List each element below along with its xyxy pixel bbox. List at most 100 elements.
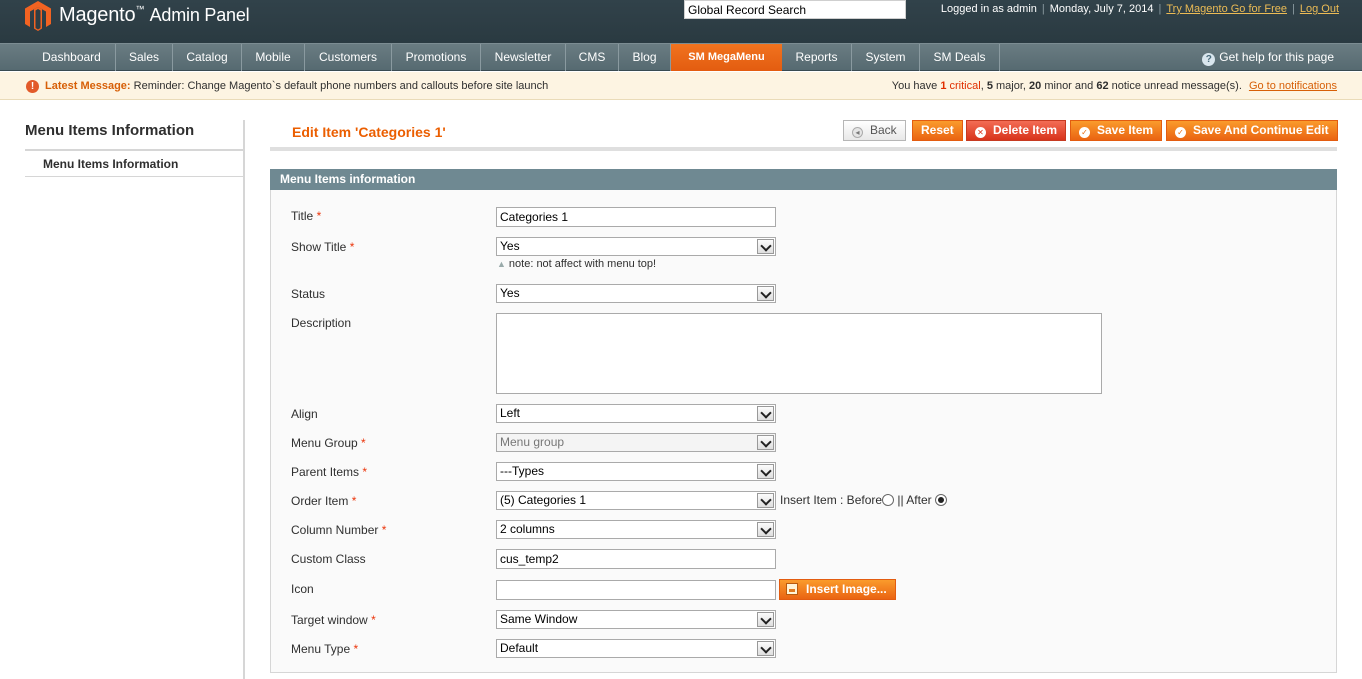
nav-reports[interactable]: Reports: [782, 44, 852, 71]
title-divider: [270, 147, 1337, 151]
notice-count: 62: [1096, 80, 1109, 92]
save-continue-check-icon: ✓: [1175, 127, 1186, 138]
column-number-label-text: Column Number: [291, 523, 379, 537]
icon-input[interactable]: [496, 580, 776, 600]
title-label: Title *: [291, 209, 321, 223]
logout-link[interactable]: Log Out: [1300, 3, 1339, 15]
nav-cms[interactable]: CMS: [566, 44, 619, 71]
menu-type-label-text: Menu Type: [291, 642, 351, 656]
parent-items-label-text: Parent Items: [291, 465, 360, 479]
status-select[interactable]: Yes: [496, 284, 776, 303]
target-window-select[interactable]: Same Window: [496, 610, 776, 629]
chevron-down-icon: [757, 435, 774, 450]
go-to-notifications-link[interactable]: Go to notifications: [1249, 80, 1337, 92]
column-number-select[interactable]: 2 columns: [496, 520, 776, 539]
try-magento-link[interactable]: Try Magento Go for Free: [1166, 3, 1287, 15]
menu-type-value: Default: [500, 641, 539, 655]
nav-sales[interactable]: Sales: [116, 44, 173, 71]
logo-text: Magento™ Admin Panel: [59, 4, 250, 27]
reset-button-label: Reset: [921, 123, 954, 137]
help-icon: ?: [1202, 53, 1216, 66]
target-window-label-text: Target window: [291, 613, 368, 627]
custom-class-input[interactable]: [496, 549, 776, 569]
sidebar-divider: [243, 120, 245, 679]
order-item-label-text: Order Item: [291, 494, 349, 508]
menu-group-value: Menu group: [500, 435, 565, 449]
chevron-down-icon: [757, 406, 774, 421]
page-title: Edit Item 'Categories 1': [292, 124, 446, 140]
save-item-button[interactable]: ✓ Save Item: [1070, 120, 1163, 141]
column-number-label: Column Number *: [291, 523, 386, 537]
delete-button-label: Delete Item: [993, 123, 1058, 137]
target-window-label: Target window *: [291, 613, 376, 627]
nav-sm-megamenu[interactable]: SM MegaMenu: [671, 44, 782, 71]
chevron-down-icon: [757, 464, 774, 479]
title-input[interactable]: [496, 207, 776, 227]
description-label: Description: [291, 316, 352, 330]
insert-position: Insert Item : Before || After: [780, 493, 947, 507]
insert-image-button[interactable]: Insert Image...: [779, 579, 896, 600]
save-continue-button-label: Save And Continue Edit: [1193, 123, 1329, 137]
save-and-continue-button[interactable]: ✓ Save And Continue Edit: [1166, 120, 1338, 141]
parent-items-select[interactable]: ---Types: [496, 462, 776, 481]
menu-group-label-text: Menu Group: [291, 436, 358, 450]
logo-subtitle: Admin Panel: [149, 5, 250, 25]
nav-blog[interactable]: Blog: [619, 44, 671, 71]
note-triangle-icon: ▲: [497, 259, 506, 269]
order-item-label: Order Item *: [291, 494, 356, 508]
status-value: Yes: [500, 286, 520, 300]
nav-promotions[interactable]: Promotions: [392, 44, 481, 71]
minor-count: 20: [1029, 80, 1042, 92]
sidebar-tab-menu-items-information[interactable]: Menu Items Information: [25, 151, 245, 177]
insert-after-label: || After: [897, 493, 932, 507]
logo-trademark: ™: [135, 4, 145, 14]
nav-dashboard[interactable]: Dashboard: [28, 44, 116, 71]
nav-newsletter[interactable]: Newsletter: [481, 44, 566, 71]
show-title-select[interactable]: Yes: [496, 237, 776, 256]
required-mark: *: [361, 436, 366, 450]
notif-prefix: You have: [891, 80, 938, 92]
title-label-text: Title: [291, 209, 314, 223]
insert-before-radio[interactable]: [882, 494, 895, 506]
required-mark: *: [381, 523, 387, 537]
delete-icon: ✕: [975, 127, 986, 138]
nav-sm-deals[interactable]: SM Deals: [920, 44, 1000, 71]
menu-type-select[interactable]: Default: [496, 639, 776, 658]
message-bar: ! Latest Message: Reminder: Change Magen…: [0, 72, 1362, 100]
nav-mobile[interactable]: Mobile: [242, 44, 305, 71]
latest-message-text: Reminder: Change Magento`s default phone…: [133, 80, 549, 92]
section-header: Menu Items information: [270, 169, 1337, 190]
header: Magento™ Admin Panel Logged in as admin|…: [0, 0, 1362, 43]
icon-label: Icon: [291, 582, 314, 596]
nav-catalog[interactable]: Catalog: [173, 44, 242, 71]
insert-item-label: Insert Item : Before: [780, 493, 883, 507]
nav-system[interactable]: System: [852, 44, 920, 71]
required-mark: *: [371, 613, 376, 627]
minor-label: minor and: [1044, 80, 1094, 92]
magento-logo-icon: [25, 1, 51, 31]
menu-type-label: Menu Type *: [291, 642, 358, 656]
help-link[interactable]: ? Get help for this page: [1202, 44, 1334, 70]
image-icon: [786, 583, 798, 595]
order-item-select[interactable]: (5) Categories 1: [496, 491, 776, 510]
delete-item-button[interactable]: ✕ Delete Item: [966, 120, 1067, 141]
save-button-label: Save Item: [1097, 123, 1154, 137]
chevron-down-icon: [757, 641, 774, 656]
save-check-icon: ✓: [1079, 127, 1090, 138]
required-mark: *: [353, 642, 359, 656]
insert-image-label: Insert Image...: [806, 582, 887, 596]
critical-count: 1: [940, 80, 947, 92]
insert-after-radio[interactable]: [934, 494, 947, 506]
latest-message: Latest Message: Reminder: Change Magento…: [45, 72, 548, 100]
show-title-label: Show Title *: [291, 240, 354, 254]
notice-label: notice unread message(s).: [1111, 80, 1242, 92]
critical-label: critical: [949, 80, 981, 92]
menu-group-select[interactable]: Menu group: [496, 433, 776, 452]
nav-customers[interactable]: Customers: [305, 44, 392, 71]
major-count: 5: [986, 80, 993, 92]
back-button[interactable]: ◂ Back: [843, 120, 906, 141]
global-search-input[interactable]: [684, 0, 906, 19]
align-select[interactable]: Left: [496, 404, 776, 423]
description-textarea[interactable]: [496, 313, 1102, 394]
reset-button[interactable]: Reset: [912, 120, 963, 141]
